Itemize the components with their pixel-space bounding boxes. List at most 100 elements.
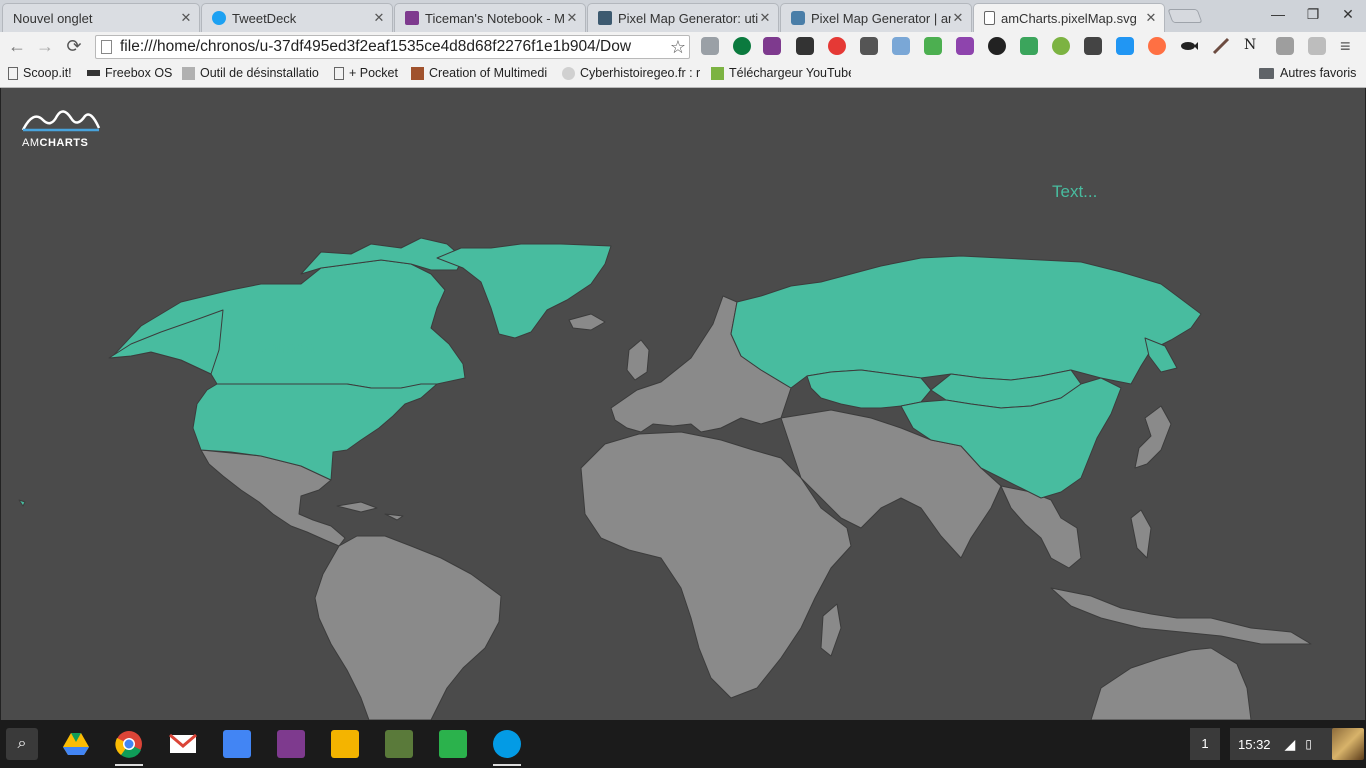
tab-amcharts-pixelmap[interactable]: amCharts.pixelMap.svg ✕ [973, 3, 1165, 32]
google-slides-icon[interactable] [331, 730, 359, 758]
amcharts-logo-icon[interactable] [21, 106, 101, 134]
country-philippines[interactable] [1130, 509, 1152, 559]
country-madagascar[interactable] [820, 603, 842, 657]
world-map [18, 237, 1312, 720]
onenote-icon[interactable] [277, 730, 305, 758]
search-icon[interactable]: ⌕ [6, 728, 38, 760]
bookmark-label: Cyberhistoiregeo.fr : r [580, 66, 700, 80]
tab-pixel-map-generator-utili[interactable]: Pixel Map Generator: utili ✕ [587, 3, 779, 32]
avatar[interactable] [1332, 728, 1364, 760]
newspaper-icon[interactable]: N [1244, 37, 1262, 55]
asterisk-icon[interactable] [828, 37, 846, 55]
maximize-icon[interactable]: ❐ [1303, 6, 1323, 23]
bookmark-scoopit[interactable]: Scoop.it! [8, 66, 78, 80]
feather-icon[interactable] [956, 37, 974, 55]
download-arrow-icon[interactable] [924, 37, 942, 55]
pen-icon[interactable] [1212, 37, 1230, 55]
chrome-icon[interactable] [115, 730, 143, 766]
close-icon[interactable]: ✕ [758, 10, 772, 26]
cat-icon [562, 66, 575, 80]
country-uk[interactable] [626, 339, 650, 381]
url-text: file:///home/chronos/u-37df495ed3f2eaf15… [120, 38, 632, 55]
green-circle-icon[interactable] [1052, 37, 1070, 55]
map-label-canada: Canada [255, 338, 315, 357]
country-iceland[interactable] [568, 313, 606, 331]
files-icon[interactable] [493, 730, 521, 766]
bookmark-label: Scoop.it! [23, 66, 72, 80]
bookmark-telechargeur-youtube[interactable]: Téléchargeur YouTube [711, 66, 851, 80]
bookmark-star-icon[interactable]: ☆ [667, 37, 689, 58]
region-indonesia[interactable] [1050, 587, 1312, 645]
country-japan[interactable] [1134, 405, 1172, 469]
folder-icon [1259, 67, 1274, 79]
teal-island[interactable] [18, 499, 26, 507]
extension-puzzle-icon[interactable] [701, 37, 719, 55]
tool-icon [182, 66, 195, 80]
tab-nouvel-onglet[interactable]: Nouvel onglet ✕ [2, 3, 200, 32]
fish-icon[interactable] [1180, 37, 1198, 55]
extension-download-icon[interactable] [733, 37, 751, 55]
file-icon [984, 11, 995, 25]
caribbean-islands [336, 501, 404, 521]
bookmark-other-folder[interactable]: Autres favoris [1259, 66, 1359, 80]
google-drive-icon[interactable] [62, 730, 90, 758]
bookmark-pocket[interactable]: + Pocket [334, 66, 404, 80]
rss-icon[interactable] [1308, 37, 1326, 55]
globe-icon [598, 11, 612, 25]
browser-ball-icon[interactable] [1148, 37, 1166, 55]
bookmark-outil-desinstallation[interactable]: Outil de désinstallatio [182, 66, 322, 80]
close-icon[interactable]: ✕ [372, 10, 386, 26]
google-docs-icon[interactable] [223, 730, 251, 758]
color-picker-icon[interactable] [988, 37, 1006, 55]
cat-face-icon[interactable] [1116, 37, 1134, 55]
bookmark-freebox[interactable]: Freebox OS [87, 66, 172, 80]
chat-bubble-icon[interactable] [1084, 37, 1102, 55]
forward-arrow-icon[interactable]: → [34, 35, 56, 57]
minimize-icon[interactable]: — [1268, 6, 1288, 22]
reload-icon[interactable]: ⟳ [63, 35, 85, 57]
clock: 15:32 [1238, 736, 1271, 752]
tab-title: amCharts.pixelMap.svg [1001, 10, 1137, 26]
close-icon[interactable]: ✕ [1144, 10, 1158, 26]
status-tray[interactable]: 15:32 ◢ ▯ [1230, 728, 1334, 760]
camera-icon[interactable] [892, 37, 910, 55]
browser-toolbar: ← → ⟳ file:///home/chronos/u-37df495ed3f… [0, 32, 1366, 61]
onenote-clipper-icon[interactable] [763, 37, 781, 55]
feedly-icon[interactable] [439, 730, 467, 758]
bookmark-label: Téléchargeur YouTube [729, 66, 851, 80]
tab-tweetdeck[interactable]: TweetDeck ✕ [201, 3, 393, 32]
country-canada[interactable] [110, 259, 466, 389]
back-arrow-icon[interactable]: ← [6, 35, 28, 57]
window-close-icon[interactable]: ✕ [1338, 6, 1358, 23]
gesture-icon[interactable] [860, 37, 878, 55]
bookmark-creation-multimedia[interactable]: Creation of Multimedi [411, 66, 551, 80]
close-icon[interactable]: ✕ [179, 10, 193, 26]
country-australia[interactable] [1090, 647, 1252, 720]
map-text-annotation[interactable]: Text... [1052, 182, 1097, 202]
country-russia[interactable] [730, 255, 1202, 389]
tab-title: Pixel Map Generator: utili [618, 10, 758, 26]
gmail-icon[interactable] [169, 730, 197, 758]
calligraphy-app-icon[interactable] [385, 730, 413, 758]
bookmark-cyberhistoiregeo[interactable]: Cyberhistoiregeo.fr : r [562, 66, 700, 80]
address-bar[interactable]: file:///home/chronos/u-37df495ed3f2eaf15… [95, 35, 690, 59]
battery-icon: ▯ [1305, 737, 1312, 751]
tab-strip: Nouvel onglet ✕ TweetDeck ✕ Ticeman's No… [0, 0, 1366, 32]
menu-icon[interactable]: ≡ [1340, 36, 1351, 57]
new-tab-button[interactable] [1167, 9, 1203, 23]
freebox-icon [87, 70, 100, 76]
print-icon[interactable] [1020, 37, 1038, 55]
close-icon[interactable]: ✕ [565, 10, 579, 26]
onenote-icon [405, 11, 419, 25]
svg-map-page: AMCHARTS Text... Canada [0, 88, 1366, 720]
close-icon[interactable]: ✕ [951, 10, 965, 26]
tab-pixel-map-generator-am[interactable]: Pixel Map Generator | am ✕ [780, 3, 972, 32]
tab-title: Pixel Map Generator | am [811, 10, 951, 26]
workspace-indicator[interactable]: 1 [1190, 728, 1220, 760]
server-icon[interactable] [1276, 37, 1294, 55]
tab-ticemans-notebook[interactable]: Ticeman's Notebook - Mic ✕ [394, 3, 586, 32]
continent-south-america[interactable] [314, 535, 502, 720]
film-icon[interactable] [796, 37, 814, 55]
page-icon [334, 66, 344, 80]
amcharts-logo-text: AMCHARTS [22, 137, 89, 149]
